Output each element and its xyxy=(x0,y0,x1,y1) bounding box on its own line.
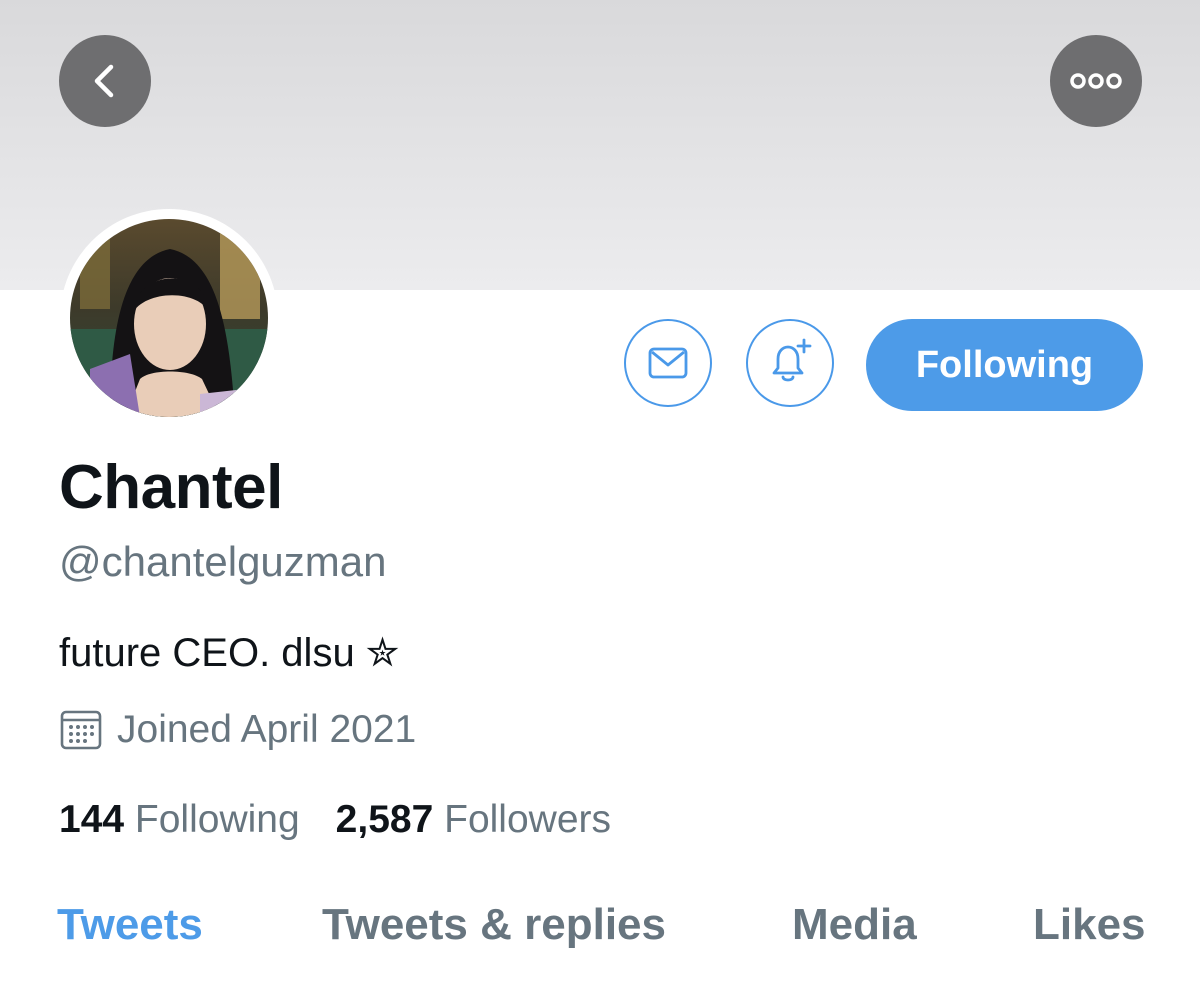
avatar-image xyxy=(70,219,268,417)
profile-tabs: Tweets Tweets & replies Media Likes xyxy=(0,900,1200,970)
joined-date: Joined April 2021 xyxy=(59,708,416,752)
following-count: 144 xyxy=(59,798,125,841)
followers-stat[interactable]: 2,587 Followers xyxy=(336,798,611,842)
back-button[interactable] xyxy=(59,35,151,127)
message-button[interactable] xyxy=(624,319,712,407)
tab-likes[interactable]: Likes xyxy=(1033,900,1146,950)
display-name: Chantel xyxy=(59,453,283,522)
profile-bio: future CEO. dlsu ✮ xyxy=(59,631,400,675)
notify-button[interactable] xyxy=(746,319,834,407)
more-options-button[interactable] xyxy=(1050,35,1142,127)
bell-plus-icon xyxy=(772,338,812,382)
following-label: Following xyxy=(134,798,300,841)
chevron-left-icon xyxy=(94,64,114,98)
following-stat[interactable]: 144 Following xyxy=(59,798,300,842)
followers-label: Followers xyxy=(444,798,611,841)
user-handle: @chantelguzman xyxy=(59,538,387,585)
more-dots-icon xyxy=(1070,73,1122,89)
calendar-icon xyxy=(59,708,103,752)
joined-text: Joined April 2021 xyxy=(117,708,417,751)
avatar[interactable] xyxy=(60,209,278,427)
tab-media[interactable]: Media xyxy=(792,900,917,950)
followers-count: 2,587 xyxy=(335,798,434,841)
tab-tweets-and-replies[interactable]: Tweets & replies xyxy=(322,900,666,950)
follow-stats: 144 Following 2,587 Followers xyxy=(59,798,647,842)
envelope-icon xyxy=(648,347,688,379)
tab-tweets[interactable]: Tweets xyxy=(57,900,203,950)
following-button[interactable]: Following xyxy=(866,319,1143,411)
